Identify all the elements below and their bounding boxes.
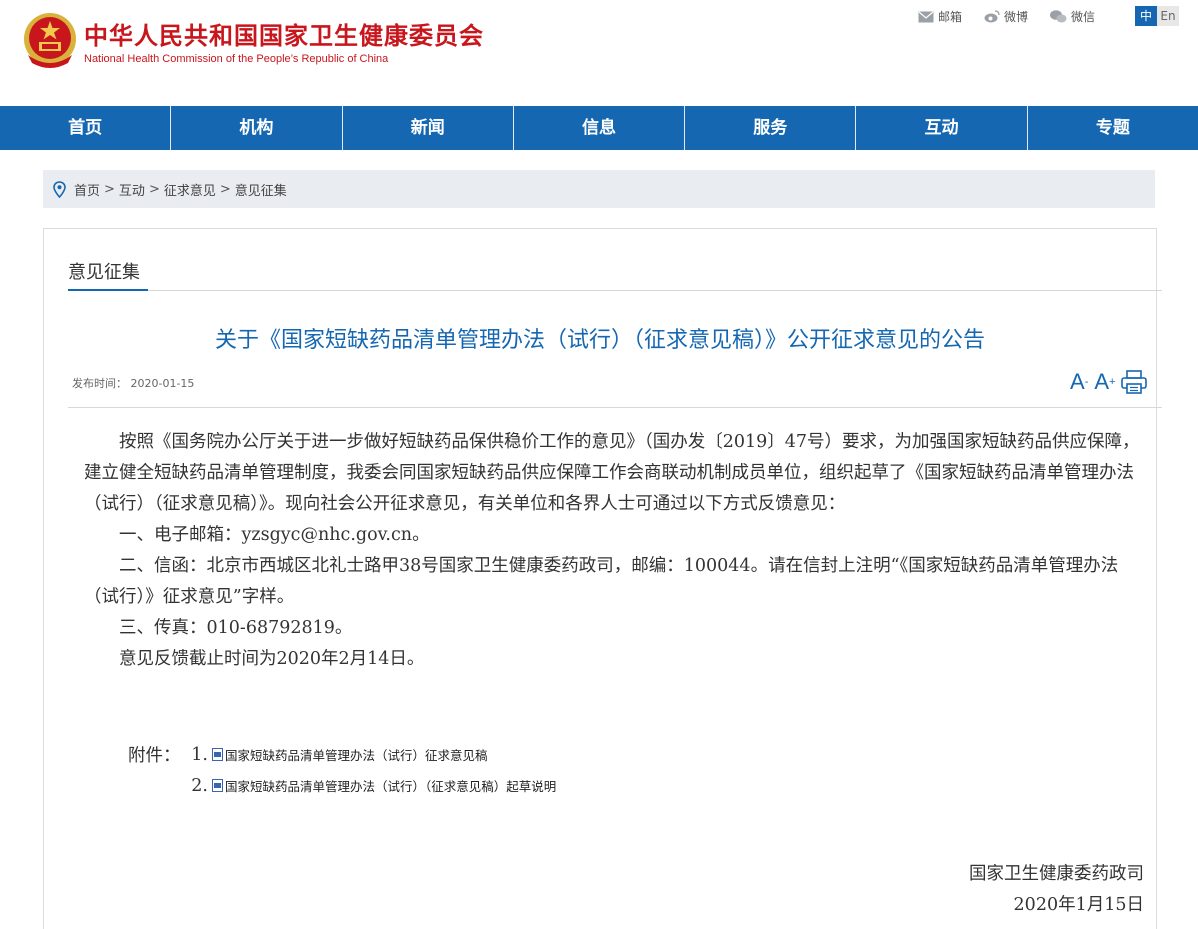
nav-item-information[interactable]: 信息 bbox=[512, 106, 684, 150]
attachment-link-1[interactable]: 国家短缺药品清单管理办法（试行）征求意见稿 bbox=[208, 745, 488, 764]
attachment-row: 附件： 1. 国家短缺药品清单管理办法（试行）征求意见稿 bbox=[128, 739, 556, 770]
lang-cn-button[interactable]: 中 bbox=[1135, 6, 1157, 26]
font-increase-button[interactable]: A+ bbox=[1094, 370, 1115, 394]
attachment-link-2[interactable]: 国家短缺药品清单管理办法（试行）（征求意见稿）起草说明 bbox=[208, 776, 556, 795]
font-decrease-sign: - bbox=[1084, 376, 1089, 388]
breadcrumb-separator: > bbox=[219, 181, 231, 197]
weibo-label: 微博 bbox=[1004, 10, 1029, 24]
signature-department: 国家卫生健康委药政司 bbox=[969, 864, 1144, 884]
lang-en-button[interactable]: En bbox=[1157, 6, 1179, 26]
national-emblem-icon bbox=[24, 13, 76, 68]
font-decrease-letter: A bbox=[1070, 369, 1085, 394]
publish-date: 发布时间： 2020-01-15 bbox=[72, 377, 195, 390]
paragraph-letter: 二、信函：北京市西城区北礼士路甲38号国家卫生健康委药政司，邮编：100044。… bbox=[84, 556, 1119, 607]
wechat-label: 微信 bbox=[1071, 10, 1096, 24]
paragraph-email: 一、电子邮箱：yzsgyc@nhc.gov.cn。 bbox=[119, 525, 430, 545]
attachment-row: 2. 国家短缺药品清单管理办法（试行）（征求意见稿）起草说明 bbox=[128, 770, 556, 801]
main-nav: 首页 机构 新闻 信息 服务 互动 专题 bbox=[0, 106, 1198, 150]
wechat-link[interactable]: 微信 bbox=[1050, 8, 1095, 25]
location-pin-icon bbox=[53, 180, 66, 198]
article-tools: A- A+ bbox=[1070, 370, 1148, 394]
word-document-icon bbox=[212, 779, 223, 792]
mail-icon bbox=[918, 11, 934, 22]
site-title-cn[interactable]: 中华人民共和国国家卫生健康委员会 bbox=[84, 16, 484, 51]
print-icon[interactable] bbox=[1121, 370, 1148, 394]
article-divider bbox=[68, 407, 1162, 408]
nav-item-home[interactable]: 首页 bbox=[0, 106, 170, 150]
weibo-link[interactable]: 微博 bbox=[984, 8, 1028, 25]
article-body: 按照《国务院办公厅关于进一步做好短缺药品保供稳价工作的意见》（国办发〔2019〕… bbox=[84, 427, 1146, 675]
attachment-title: 国家短缺药品清单管理办法（试行）（征求意见稿）起草说明 bbox=[225, 779, 557, 794]
attachments-label: 附件： bbox=[128, 746, 181, 766]
word-document-icon bbox=[212, 748, 223, 761]
site-header: 中华人民共和国国家卫生健康委员会 National Health Commiss… bbox=[0, 0, 1198, 106]
attachment-number: 2. bbox=[191, 775, 208, 796]
wechat-icon bbox=[1050, 10, 1067, 23]
language-switch: 中 En bbox=[1135, 6, 1179, 26]
section-divider bbox=[68, 290, 1162, 291]
breadcrumb-interaction[interactable]: 互动 bbox=[119, 180, 145, 199]
paragraph-deadline: 意见反馈截止时间为2020年2月14日。 bbox=[119, 649, 425, 669]
site-title-en: National Health Commission of the People… bbox=[84, 53, 389, 65]
nav-item-organization[interactable]: 机构 bbox=[170, 106, 341, 150]
nav-item-interaction[interactable]: 互动 bbox=[855, 106, 1026, 150]
paragraph-intro: 按照《国务院办公厅关于进一步做好短缺药品保供稳价工作的意见》（国办发〔2019〕… bbox=[84, 432, 1140, 514]
signature-block: 国家卫生健康委药政司 2020年1月15日 bbox=[969, 859, 1144, 921]
nav-item-news[interactable]: 新闻 bbox=[341, 106, 513, 150]
signature-date: 2020年1月15日 bbox=[1013, 895, 1144, 915]
font-increase-sign: + bbox=[1109, 376, 1116, 388]
attachments: 附件： 1. 国家短缺药品清单管理办法（试行）征求意见稿 2. 国家短缺药品清单… bbox=[128, 739, 556, 801]
nav-item-topics[interactable]: 专题 bbox=[1026, 106, 1198, 150]
section-underline bbox=[68, 289, 148, 291]
font-decrease-button[interactable]: A- bbox=[1070, 370, 1088, 394]
mail-label: 邮箱 bbox=[938, 10, 963, 24]
breadcrumb-separator: > bbox=[148, 181, 160, 197]
mail-link[interactable]: 邮箱 bbox=[918, 8, 962, 25]
paragraph-fax: 三、传真：010-68792819。 bbox=[119, 618, 353, 638]
content-box: 意见征集 关于《国家短缺药品清单管理办法（试行）（征求意见稿）》公开征求意见的公… bbox=[43, 228, 1162, 929]
breadcrumb: 首页 > 互动 > 征求意见 > 意见征集 bbox=[43, 170, 1155, 208]
breadcrumb-home[interactable]: 首页 bbox=[74, 180, 100, 199]
section-title: 意见征集 bbox=[68, 262, 140, 283]
attachment-number: 1. bbox=[191, 744, 208, 765]
attachment-title: 国家短缺药品清单管理办法（试行）征求意见稿 bbox=[225, 748, 488, 763]
weibo-icon bbox=[984, 10, 1000, 23]
breadcrumb-current[interactable]: 意见征集 bbox=[235, 180, 287, 199]
breadcrumb-separator: > bbox=[104, 181, 115, 197]
breadcrumb-consultation[interactable]: 征求意见 bbox=[164, 180, 216, 199]
top-links: 邮箱 微博 微信 bbox=[918, 8, 1095, 25]
nav-item-service[interactable]: 服务 bbox=[684, 106, 855, 150]
font-increase-letter: A bbox=[1094, 369, 1110, 394]
article-title: 关于《国家短缺药品清单管理办法（试行）（征求意见稿）》公开征求意见的公告 bbox=[214, 328, 985, 353]
